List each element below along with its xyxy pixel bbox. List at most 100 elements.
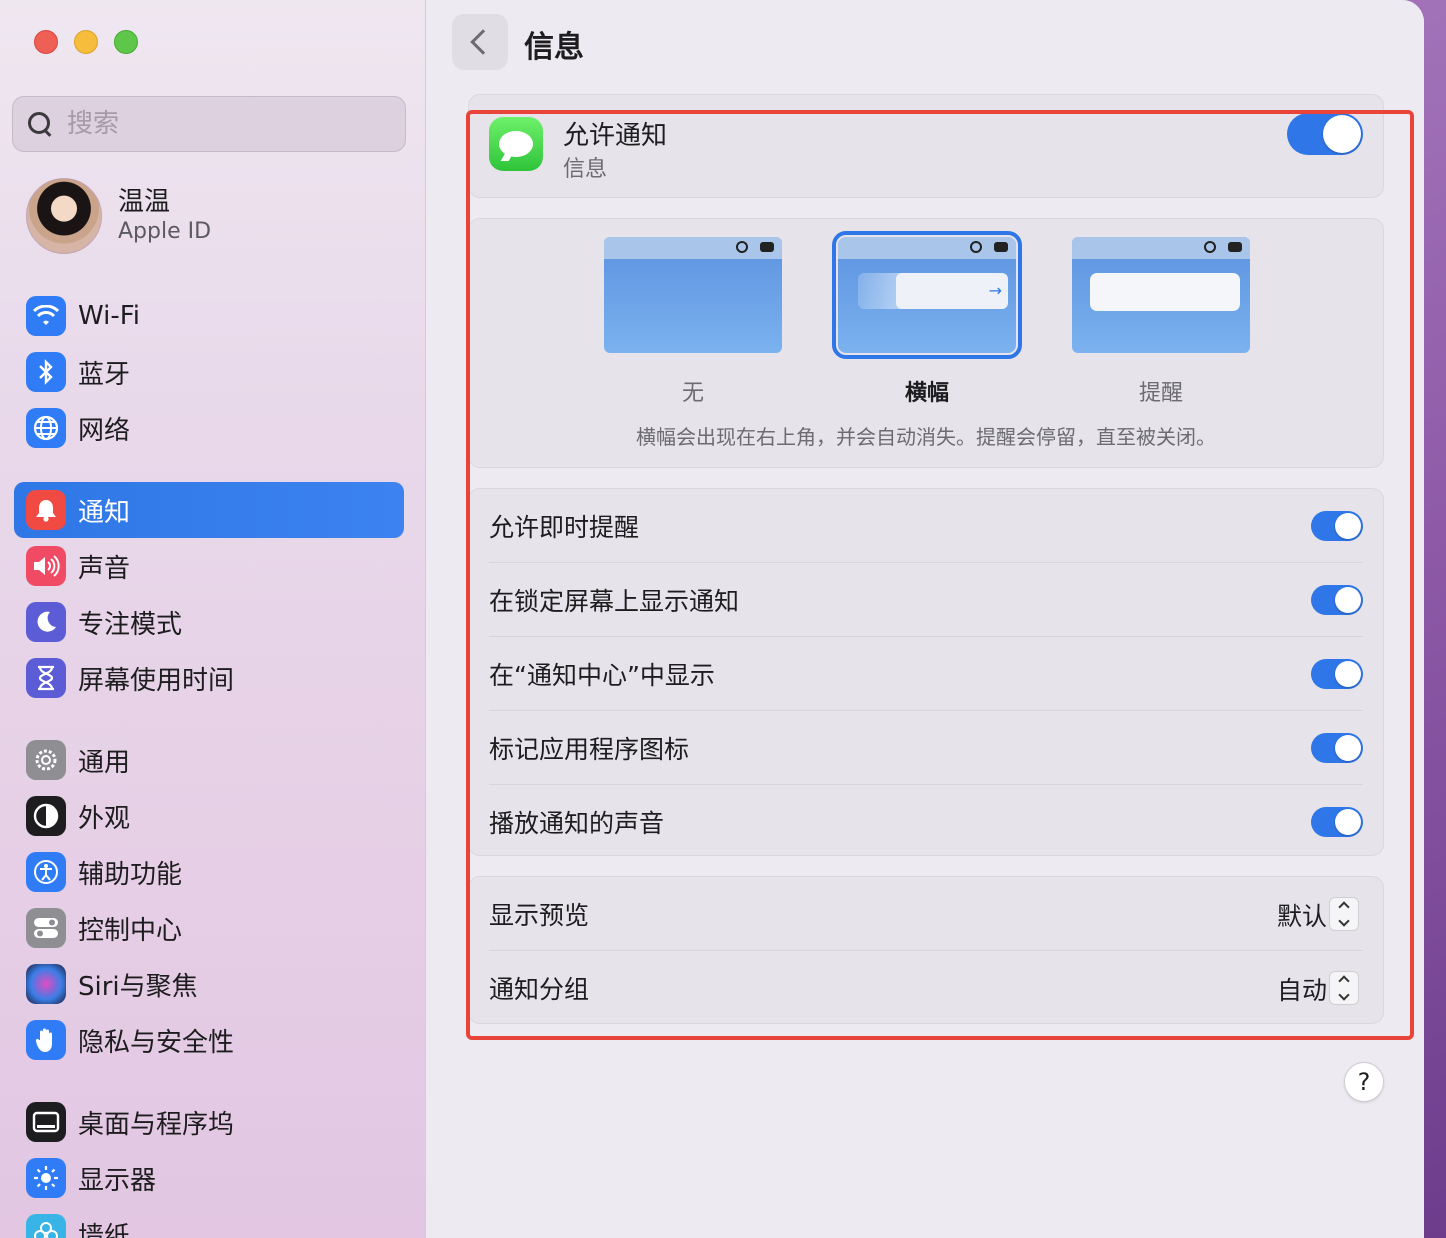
alert-style-description: 横幅会出现在右上角，并会自动消失。提醒会停留，直至被关闭。 — [636, 425, 1216, 449]
allow-notifications-toggle[interactable] — [1287, 113, 1363, 155]
profile-name: 温温 — [118, 187, 171, 217]
notification-center-toggle[interactable] — [1311, 659, 1363, 689]
close-button[interactable] — [34, 30, 58, 54]
sidebar-item-screen-time[interactable]: 屏幕使用时间 — [14, 650, 404, 706]
search-icon — [1204, 241, 1216, 253]
globe-icon — [26, 408, 66, 448]
show-preview-select[interactable]: 默认 — [1277, 897, 1327, 933]
alert-style-alert[interactable]: 提醒 — [1071, 237, 1251, 407]
alert-style-card: 无 → 横幅 提醒 横幅会出现在右上角，并会自动消失。提醒会停留，直至被关闭。 — [468, 218, 1384, 468]
sidebar-item-label: 专注模式 — [78, 609, 183, 640]
select-row-preview: 显示预览 默认 — [489, 877, 1363, 951]
toggle-label: 标记应用程序图标 — [489, 734, 690, 764]
toggle-row-badge: 标记应用程序图标 — [489, 711, 1363, 785]
control-center-icon — [1228, 242, 1242, 252]
search-input[interactable] — [67, 109, 367, 139]
gear-icon — [26, 740, 66, 780]
sidebar-item-wifi[interactable]: Wi-Fi — [14, 288, 404, 344]
toggle-label: 在“通知中心”中显示 — [489, 660, 715, 690]
back-button[interactable] — [452, 14, 508, 70]
bluetooth-icon — [26, 352, 66, 392]
sidebar-group-focus: 通知 声音 专注模式 屏幕使用时间 — [14, 482, 404, 706]
sidebar-item-displays[interactable]: 显示器 — [14, 1150, 404, 1206]
zoom-button[interactable] — [114, 30, 138, 54]
sidebar-group-network: Wi-Fi 蓝牙 网络 — [14, 288, 404, 456]
alert-style-label: 无 — [681, 381, 704, 406]
alert-style-banner[interactable]: → 横幅 — [832, 231, 1022, 407]
window-controls — [34, 30, 138, 54]
search-field[interactable] — [12, 96, 406, 152]
sidebar-item-desktop-dock[interactable]: 桌面与程序坞 — [14, 1094, 404, 1150]
toggle-row-sound: 播放通知的声音 — [489, 785, 1363, 859]
sidebar-item-control-center[interactable]: 控制中心 — [14, 900, 404, 956]
page-title: 信息 — [524, 30, 584, 65]
search-icon — [970, 241, 982, 253]
select-label: 通知分组 — [489, 975, 590, 1004]
notification-options-card: 允许即时提醒 在锁定屏幕上显示通知 在“通知中心”中显示 标记应用程序图标 播放… — [468, 488, 1384, 856]
settings-window: 温温 Apple ID Wi-Fi 蓝牙 网络 — [0, 0, 1424, 1238]
updown-chevron-icon[interactable] — [1329, 971, 1359, 1005]
alert-style-none-preview — [604, 237, 782, 353]
main-pane: 信息 允许通知 信息 无 → 横幅 提醒 横幅会出现在右上角，并会自动消失。提醒… — [426, 0, 1424, 1238]
alert-style-alert-preview — [1072, 237, 1250, 353]
sidebar-item-accessibility[interactable]: 辅助功能 — [14, 844, 404, 900]
sidebar-item-privacy[interactable]: 隐私与安全性 — [14, 1012, 404, 1068]
sidebar-item-label: 墙纸 — [78, 1221, 131, 1238]
select-row-grouping: 通知分组 自动 — [489, 951, 1363, 1025]
sidebar-item-sound[interactable]: 声音 — [14, 538, 404, 594]
bell-icon — [26, 490, 66, 530]
speaker-icon — [26, 546, 66, 586]
badge-app-icon-toggle[interactable] — [1311, 733, 1363, 763]
help-button[interactable]: ? — [1344, 1062, 1384, 1102]
sidebar-item-label: 辅助功能 — [78, 859, 183, 890]
updown-chevron-icon[interactable] — [1329, 897, 1359, 931]
apple-id-profile[interactable]: 温温 Apple ID — [26, 178, 211, 254]
alert-style-banner-preview: → — [832, 231, 1022, 359]
message-bubble-icon — [499, 131, 533, 157]
chevron-left-icon — [470, 29, 496, 55]
alert-style-label: 横幅 — [904, 381, 949, 406]
sidebar: 温温 Apple ID Wi-Fi 蓝牙 网络 — [0, 0, 426, 1238]
sidebar-item-general[interactable]: 通用 — [14, 732, 404, 788]
dock-icon — [26, 1102, 66, 1142]
sidebar-item-label: 控制中心 — [78, 915, 183, 946]
time-sensitive-toggle[interactable] — [1311, 511, 1363, 541]
sidebar-item-label: 屏幕使用时间 — [78, 665, 235, 696]
allow-notifications-label: 允许通知 — [563, 121, 668, 151]
arrow-right-icon: → — [988, 281, 1002, 300]
hourglass-icon — [26, 658, 66, 698]
toggle-label: 允许即时提醒 — [489, 512, 640, 542]
sidebar-item-focus[interactable]: 专注模式 — [14, 594, 404, 650]
minimize-button[interactable] — [74, 30, 98, 54]
messages-app-icon — [489, 117, 543, 171]
select-label: 显示预览 — [489, 900, 590, 930]
sidebar-item-wallpaper[interactable]: 墙纸 — [14, 1206, 404, 1238]
control-center-icon — [994, 242, 1008, 252]
sidebar-item-label: 网络 — [78, 415, 131, 446]
sidebar-group-general: 通用 外观 辅助功能 控制中心 Siri与聚焦 隐私与安全性 — [14, 732, 404, 1068]
sidebar-item-label: 声音 — [78, 553, 131, 584]
sidebar-item-notifications[interactable]: 通知 — [14, 482, 404, 538]
search-icon — [736, 241, 748, 253]
appearance-icon — [26, 796, 66, 836]
sidebar-item-label: 通用 — [78, 747, 131, 778]
toggle-row-notification-center: 在“通知中心”中显示 — [489, 637, 1363, 711]
search-icon — [27, 111, 53, 137]
toggle-label: 在锁定屏幕上显示通知 — [489, 586, 740, 616]
sidebar-item-label: 外观 — [78, 803, 131, 834]
sidebar-item-network[interactable]: 网络 — [14, 400, 404, 456]
play-sound-toggle[interactable] — [1311, 807, 1363, 837]
alert-style-none[interactable]: 无 — [603, 237, 783, 407]
toggle-label: 播放通知的声音 — [489, 809, 665, 838]
sun-icon — [26, 1158, 66, 1198]
sidebar-item-label: Siri与聚焦 — [78, 971, 198, 1002]
avatar — [26, 178, 102, 254]
sidebar-item-bluetooth[interactable]: 蓝牙 — [14, 344, 404, 400]
sidebar-item-label: 隐私与安全性 — [78, 1027, 235, 1058]
sidebar-item-siri[interactable]: Siri与聚焦 — [14, 956, 404, 1012]
alert-style-label: 提醒 — [1138, 381, 1183, 406]
notification-grouping-select[interactable]: 自动 — [1277, 971, 1327, 1007]
preview-grouping-card: 显示预览 默认 通知分组 自动 — [468, 876, 1384, 1024]
sidebar-item-appearance[interactable]: 外观 — [14, 788, 404, 844]
lock-screen-toggle[interactable] — [1311, 585, 1363, 615]
